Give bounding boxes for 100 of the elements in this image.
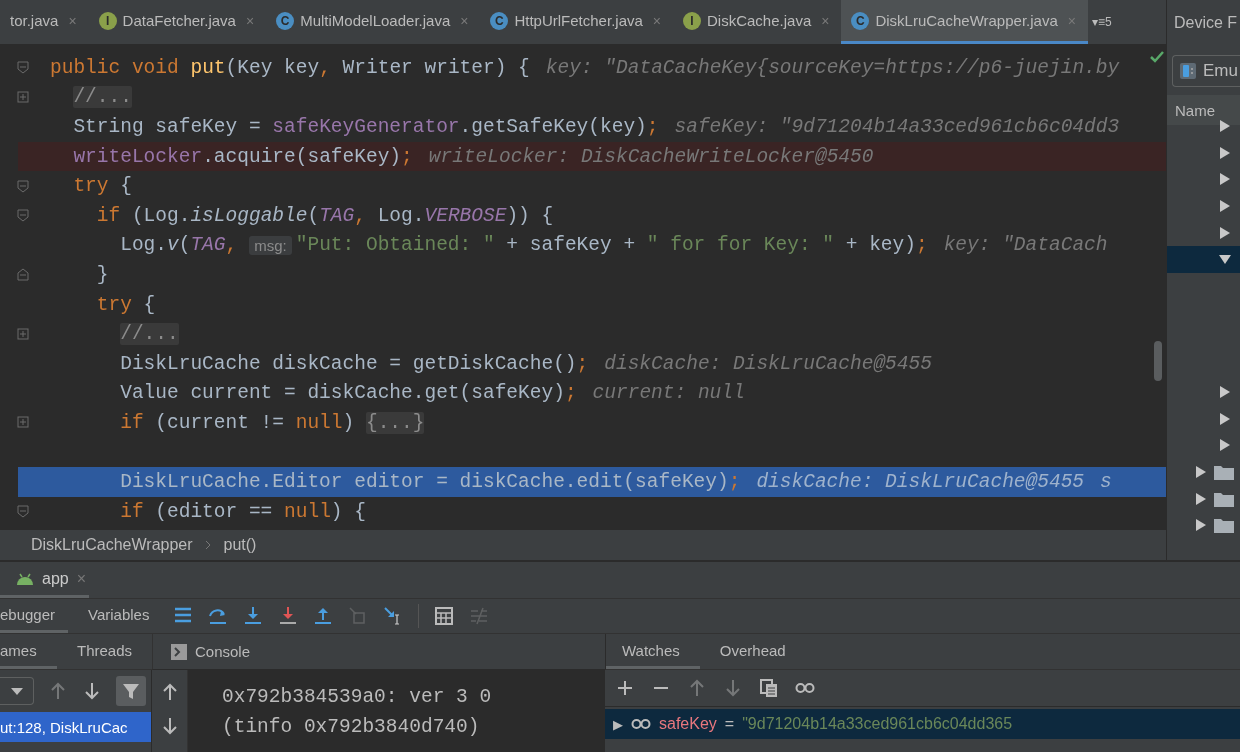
tab-label: MultiModelLoader.java: [300, 12, 451, 29]
code-token: .getSafeKey(key): [459, 116, 647, 138]
filter-icon: [121, 681, 141, 701]
code-token: v: [167, 234, 179, 257]
code-token: ,: [319, 56, 331, 79]
chevron-icon: [204, 540, 212, 550]
code-token: if: [96, 204, 121, 227]
panel-title: Device F: [1173, 12, 1239, 33]
code-token: .acquire(safeKey): [202, 145, 402, 168]
code-token: )) {: [506, 204, 554, 227]
step-out-icon[interactable]: [313, 606, 334, 626]
inline-value-hint: current: null: [592, 382, 745, 405]
expand-arrow-icon[interactable]: [1194, 465, 1208, 480]
code-token: ): [342, 411, 356, 434]
watch-value: "9d71204b14a33ced961cb6c04dd365: [742, 715, 1013, 733]
code-token: if: [120, 500, 144, 523]
plus-icon[interactable]: [615, 678, 635, 698]
run-tab[interactable]: app ×: [0, 562, 89, 598]
android-icon: [16, 572, 34, 585]
folder-icon: [1214, 490, 1234, 507]
code-token: try: [73, 175, 109, 198]
file-type-icon: C: [851, 11, 870, 30]
code-token: Value current = diskCache.get(safeKey): [120, 382, 565, 405]
watches-tab[interactable]: Watches: [606, 634, 700, 669]
console-tab-label: Console: [195, 643, 251, 660]
code-token: ;: [564, 382, 577, 405]
code-token: ;: [646, 116, 659, 138]
copy-icon[interactable]: [759, 678, 779, 698]
code-token: public void: [50, 56, 180, 79]
code-token: {: [119, 175, 132, 198]
step-into-icon[interactable]: [243, 606, 264, 626]
console-icon: [171, 643, 187, 660]
tab-label: DataFetcher.java: [122, 12, 236, 29]
expand-arrow-icon[interactable]: [1218, 119, 1232, 134]
inline-value-hint: key: "DataCach: [943, 234, 1108, 257]
code-token: TAG: [190, 234, 226, 257]
code-token: Log.: [376, 204, 425, 227]
frames-tab[interactable]: ames: [0, 634, 57, 669]
code-token: String safeKey =: [73, 116, 262, 138]
tab-label: tor.java: [10, 12, 59, 29]
breadcrumb-item[interactable]: put(): [223, 536, 257, 554]
code-token: try: [96, 293, 132, 316]
code-token: " for for Key: ": [646, 234, 835, 257]
debugger-tab[interactable]: ebugger: [0, 599, 68, 633]
folded-code[interactable]: //...: [73, 86, 132, 109]
editor-tab[interactable]: C MultiModelLoader.java ×: [266, 0, 481, 44]
editor-tab[interactable]: C HttpUrlFetcher.java ×: [480, 0, 673, 44]
code-token: Log.: [120, 234, 167, 257]
expand-arrow-icon[interactable]: [1218, 385, 1232, 400]
expand-arrow-icon[interactable]: [1218, 438, 1232, 453]
frames-tab[interactable]: Threads: [56, 634, 152, 669]
down-arrow-icon[interactable]: [82, 681, 102, 701]
filter-button[interactable]: [116, 676, 146, 706]
folder-icon: [1214, 464, 1234, 481]
folded-code[interactable]: //...: [120, 323, 179, 346]
code-token: (: [178, 234, 191, 257]
inline-value-hint: s: [1100, 471, 1112, 494]
code-token: null: [295, 411, 343, 434]
selected-tree-row[interactable]: [1167, 245, 1240, 273]
console-tab[interactable]: Console: [152, 634, 605, 670]
editor-tab[interactable]: C DiskLruCacheWrapper.java ×: [841, 0, 1088, 44]
expand-arrow-icon[interactable]: [1218, 411, 1232, 426]
frame-row[interactable]: ut:128, DiskLruCac: [0, 712, 151, 742]
expand-arrow[interactable]: ▶: [613, 716, 623, 732]
check-icon: [1150, 51, 1164, 63]
watches-tab[interactable]: Overhead: [699, 634, 806, 669]
expand-arrow-icon[interactable]: [1218, 225, 1232, 240]
calculator-icon[interactable]: [434, 606, 455, 626]
editor-tab[interactable]: I DataFetcher.java ×: [88, 0, 267, 44]
tab-overflow-button[interactable]: ▾≡5: [1087, 0, 1116, 44]
thread-dropdown[interactable]: [0, 677, 34, 705]
phone-icon: [1179, 62, 1197, 80]
run-tab-label: app: [42, 569, 69, 588]
breadcrumb-item[interactable]: DiskLruCacheWrapper: [31, 536, 193, 554]
folded-code[interactable]: {...}: [365, 411, 425, 434]
inline-value-hint: diskCache: DiskLruCache@5455: [756, 471, 1085, 494]
debugger-tab[interactable]: Variables: [68, 599, 170, 633]
device-dropdown[interactable]: Emu: [1172, 55, 1240, 87]
code-token: ;: [915, 234, 928, 257]
step-over-icon[interactable]: [208, 606, 229, 626]
code-token: if: [120, 411, 144, 434]
file-type-icon: C: [276, 11, 295, 30]
column-header[interactable]: Name: [1167, 95, 1240, 125]
expand-arrow-icon[interactable]: [1194, 518, 1208, 533]
console-output: 0x792b384539a0: ver 3 0 (tinfo 0x792b3840d740): [188, 670, 605, 752]
editor-scrollbar[interactable]: [1154, 341, 1162, 381]
code-token: put: [190, 56, 226, 79]
code-token: (Log.: [130, 204, 191, 227]
editor-tab[interactable]: tor.java ×: [0, 0, 89, 44]
code-token: ) {: [330, 500, 366, 523]
watch-row[interactable]: ▶ safeKey = "9d71204b14a33ced961cb6c04dd365: [605, 709, 1240, 739]
expand-arrow-icon[interactable]: [1218, 145, 1232, 160]
expand-arrow-icon[interactable]: [1218, 172, 1232, 187]
code-token: "Put: Obtained: ": [295, 234, 495, 257]
code-token: ;: [401, 145, 413, 168]
expand-arrow-icon[interactable]: [1218, 199, 1232, 214]
expand-arrow-icon[interactable]: [1194, 491, 1208, 506]
editor-tab[interactable]: I DiskCache.java ×: [673, 0, 842, 44]
force-step-into-icon[interactable]: [278, 606, 299, 626]
caret-icon: [10, 687, 23, 695]
